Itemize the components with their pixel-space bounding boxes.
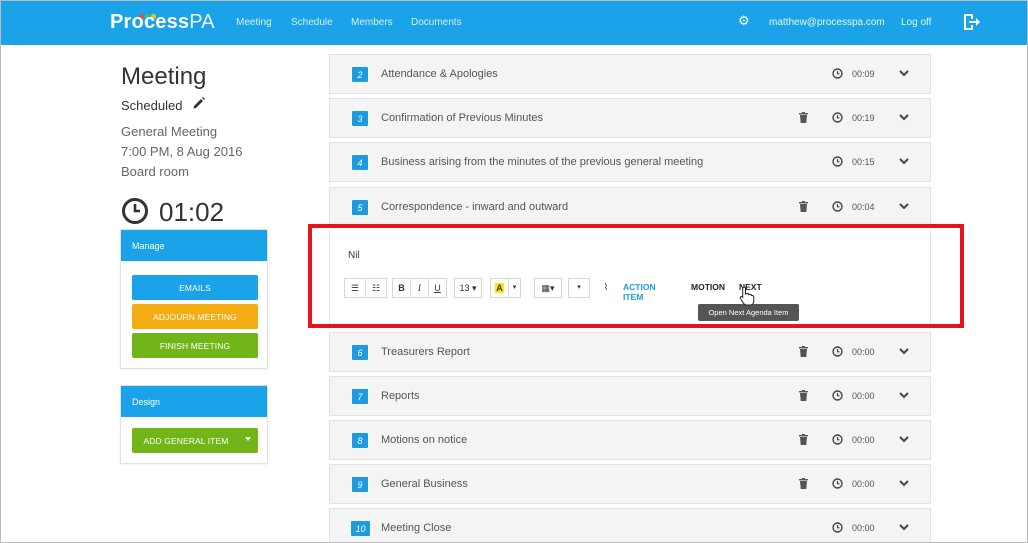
agenda-item-title: Motions on notice (381, 434, 468, 446)
finish-meeting-button[interactable]: FINISH MEETING (132, 333, 258, 358)
chevron-down-icon[interactable] (899, 113, 909, 121)
design-panel: Design ADD GENERAL ITEM (120, 385, 268, 464)
agenda-item-number: 7 (352, 389, 368, 404)
exit-door-icon[interactable] (961, 12, 981, 32)
chevron-down-icon[interactable] (899, 347, 909, 355)
elapsed-timer: 01:02 (159, 197, 225, 227)
agenda-item-title: Confirmation of Previous Minutes (381, 112, 544, 124)
agenda-item-title: Reports (381, 390, 420, 402)
agenda-item-duration: 00:15 (852, 157, 875, 167)
trash-icon[interactable] (799, 434, 808, 445)
agenda-item[interactable]: 7 Reports 00:00 (329, 376, 931, 416)
nav-link-members[interactable]: Members (351, 17, 393, 28)
app-window: ProcessPA Meeting Schedule Members Docum… (0, 0, 1028, 543)
nav-link-documents[interactable]: Documents (411, 17, 462, 28)
agenda-item-title: Attendance & Apologies (381, 68, 498, 80)
agenda-item[interactable]: 9 General Business 00:00 (329, 464, 931, 504)
clock-icon (832, 390, 843, 401)
agenda-item-duration: 00:00 (852, 347, 875, 357)
agenda-item-duration: 00:04 (852, 202, 875, 212)
clock-icon (832, 68, 843, 79)
user-email[interactable]: matthew@processpa.com (769, 17, 885, 28)
agenda-item-duration: 00:09 (852, 69, 875, 79)
top-nav-bar: ProcessPA Meeting Schedule Members Docum… (1, 1, 1027, 45)
meeting-datetime: 7:00 PM, 8 Aug 2016 (121, 144, 243, 159)
agenda-item-title: Business arising from the minutes of the… (381, 156, 704, 168)
chevron-down-icon[interactable] (899, 523, 909, 531)
adjourn-meeting-button[interactable]: ADJOURN MEETING (132, 304, 258, 329)
nav-link-meeting[interactable]: Meeting (236, 17, 272, 28)
agenda-item-number: 5 (352, 200, 368, 215)
emails-button[interactable]: EMAILS (132, 275, 258, 300)
agenda-item[interactable]: 6 Treasurers Report 00:00 (329, 332, 931, 372)
timer-clock-icon (122, 198, 148, 224)
logo-bold-text: Process (110, 11, 190, 33)
highlight-annotation-box (308, 224, 964, 328)
meeting-type: General Meeting (121, 124, 218, 139)
chevron-down-icon[interactable] (899, 157, 909, 165)
trash-icon[interactable] (799, 112, 808, 123)
agenda-item-duration: 00:00 (852, 435, 875, 445)
agenda-item-title: Meeting Close (381, 522, 452, 534)
clock-icon (832, 522, 843, 533)
agenda-item-number: 6 (352, 345, 368, 360)
chevron-down-icon[interactable] (899, 202, 909, 210)
agenda-item-number: 10 (351, 521, 370, 536)
chevron-down-icon[interactable] (899, 435, 909, 443)
caret-down-icon[interactable] (245, 437, 251, 441)
manage-panel: Manage EMAILS ADJOURN MEETING FINISH MEE… (120, 229, 268, 369)
agenda-item-duration: 00:00 (852, 523, 875, 533)
agenda-item-duration: 00:00 (852, 391, 875, 401)
clock-icon (832, 112, 843, 123)
clock-icon (832, 434, 843, 445)
agenda-item-number: 4 (352, 155, 368, 170)
edit-pencil-icon[interactable] (192, 96, 206, 110)
meeting-status: Scheduled (121, 98, 183, 113)
agenda-item-duration: 00:00 (852, 479, 875, 489)
trash-icon[interactable] (799, 201, 808, 212)
agenda-item-number: 8 (352, 433, 368, 448)
agenda-item[interactable]: 3 Confirmation of Previous Minutes 00:19 (329, 98, 931, 138)
clock-icon (832, 156, 843, 167)
agenda-item-title: Treasurers Report (381, 346, 470, 358)
nav-link-schedule[interactable]: Schedule (291, 17, 333, 28)
manage-panel-title: Manage (121, 230, 267, 261)
clock-icon (832, 201, 843, 212)
agenda-item[interactable]: 2 Attendance & Apologies 00:09 (329, 54, 931, 94)
add-general-item-button[interactable]: ADD GENERAL ITEM (132, 428, 258, 453)
logoff-link[interactable]: Log off (901, 17, 931, 28)
agenda-item-expanded[interactable]: 5 Correspondence - inward and outward 00… (329, 187, 931, 227)
trash-icon[interactable] (799, 390, 808, 401)
agenda-item-title: General Business (381, 478, 468, 490)
agenda-item-number: 2 (352, 67, 368, 82)
chevron-down-icon[interactable] (899, 479, 909, 487)
agenda-item-number: 3 (352, 111, 368, 126)
agenda-item[interactable]: 10 Meeting Close 00:00 (329, 508, 931, 542)
agenda-item[interactable]: 8 Motions on notice 00:00 (329, 420, 931, 460)
logo-light-text: PA (189, 11, 215, 33)
chevron-down-icon[interactable] (899, 391, 909, 399)
meeting-location: Board room (121, 164, 189, 179)
agenda-item-duration: 00:19 (852, 113, 875, 123)
design-panel-title: Design (121, 386, 267, 417)
agenda-item[interactable]: 4 Business arising from the minutes of t… (329, 142, 931, 182)
agenda-item-number: 9 (352, 477, 368, 492)
chevron-down-icon[interactable] (899, 69, 909, 77)
clock-icon (832, 478, 843, 489)
agenda-item-title: Correspondence - inward and outward (381, 201, 569, 213)
page-title: Meeting (121, 63, 207, 90)
trash-icon[interactable] (799, 346, 808, 357)
app-logo[interactable]: ProcessPA (110, 11, 215, 34)
trash-icon[interactable] (799, 478, 808, 489)
clock-icon (832, 346, 843, 357)
gear-icon[interactable]: ⚙ (738, 13, 750, 29)
